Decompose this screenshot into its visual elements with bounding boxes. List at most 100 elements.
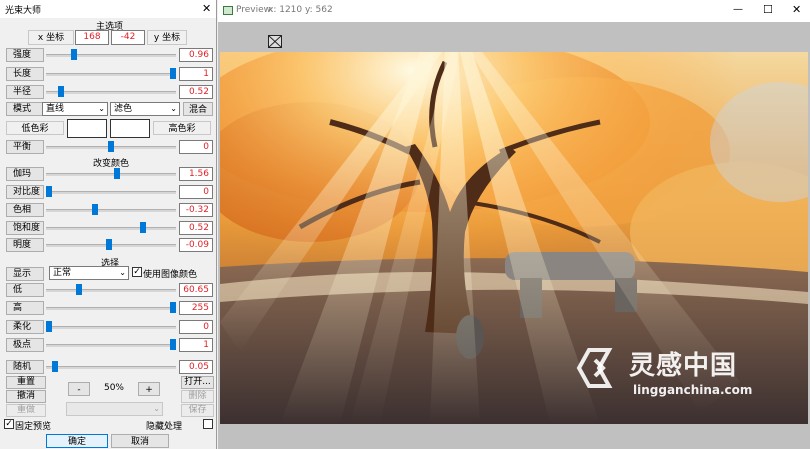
slider-track[interactable] (46, 209, 176, 212)
slider-thumb[interactable] (108, 141, 114, 152)
x-coordinate-label: x 坐标 (28, 30, 74, 45)
slider-value-field[interactable]: 60.65 (179, 283, 213, 297)
slider-track[interactable] (46, 173, 176, 176)
slider-thumb[interactable] (46, 321, 52, 332)
slider-thumb[interactable] (170, 302, 176, 313)
chevron-down-icon: ⌄ (170, 104, 177, 113)
blend-mode-select[interactable]: 滤色 ⌄ (110, 102, 180, 116)
fixed-preview-checkbox[interactable]: ✓ (4, 419, 14, 429)
open-button[interactable]: 打开... (181, 376, 214, 389)
mode-select[interactable]: 直线 ⌄ (42, 102, 108, 116)
slider-label: 低 (6, 283, 44, 297)
preview-coordinates: x: 1210 y: 562 (268, 5, 333, 15)
chevron-down-icon: ⌄ (153, 404, 160, 413)
dialog-titlebar: 光束大师 ✕ (0, 0, 216, 18)
watermark-logo-icon (576, 348, 613, 388)
slider-value-field[interactable]: 1.56 (179, 167, 213, 181)
slider-value-field[interactable]: 0 (179, 140, 213, 154)
hide-process-label: 隐藏处理 (146, 422, 183, 432)
ok-button[interactable]: 确定 (46, 434, 108, 448)
slider-label: 伽玛 (6, 167, 44, 181)
slider-value-field[interactable]: 0.52 (179, 85, 213, 99)
slider-thumb[interactable] (76, 284, 82, 295)
slider-thumb[interactable] (170, 339, 176, 350)
slider-label: 高 (6, 301, 44, 315)
slider-thumb[interactable] (71, 49, 77, 60)
zoom-in-button[interactable]: + (138, 382, 160, 396)
minimize-icon[interactable]: — (733, 4, 743, 15)
watermark-url: lingganchina.com (633, 383, 753, 397)
slider-label: 随机 (6, 360, 44, 374)
slider-track[interactable] (46, 307, 176, 310)
low-color-label: 低色彩 (6, 121, 64, 135)
slider-track[interactable] (46, 91, 176, 94)
slider-label: 饱和度 (6, 221, 44, 235)
reset-button[interactable]: 重置 (6, 376, 46, 389)
slider-value-field[interactable]: 0.96 (179, 48, 213, 62)
slider-track[interactable] (46, 366, 176, 369)
zoom-out-button[interactable]: - (68, 382, 90, 396)
cancel-button[interactable]: 取消 (111, 434, 169, 448)
slider-value-field[interactable]: -0.32 (179, 203, 213, 217)
section-change-color-label: 改变颜色 (93, 159, 130, 169)
slider-value-field[interactable]: 0.05 (179, 360, 213, 374)
save-button[interactable]: 保存 (181, 404, 214, 417)
slider-thumb[interactable] (114, 168, 120, 179)
slider-thumb[interactable] (170, 68, 176, 79)
high-color-label: 高色彩 (153, 121, 211, 135)
redo-button[interactable]: 重做 (6, 404, 46, 417)
slider-label: 半径 (6, 85, 44, 99)
preview-titlebar: Preview: x: 1210 y: 562 — ☐ ✕ (218, 0, 810, 22)
slider-thumb[interactable] (58, 86, 64, 97)
watermark-text: 灵感中国 (629, 351, 738, 381)
display-select[interactable]: 正常 ⌄ (49, 266, 129, 280)
slider-label: 长度 (6, 67, 44, 81)
use-image-color-checkbox[interactable]: ✓ (132, 267, 142, 277)
slider-thumb[interactable] (92, 204, 98, 215)
preview-window-icon (223, 6, 233, 15)
slider-track[interactable] (46, 326, 176, 329)
slider-label: 对比度 (6, 185, 44, 199)
slider-thumb[interactable] (46, 186, 52, 197)
slider-value-field[interactable]: 1 (179, 338, 213, 352)
slider-track[interactable] (46, 289, 176, 292)
blend-button[interactable]: 混合 (183, 102, 213, 116)
slider-track[interactable] (46, 344, 176, 347)
slider-thumb[interactable] (140, 222, 146, 233)
preset-select[interactable]: ⌄ (66, 402, 163, 416)
maximize-icon[interactable]: ☐ (763, 3, 773, 16)
slider-value-field[interactable]: 1 (179, 67, 213, 81)
light-source-marker[interactable] (268, 35, 282, 48)
chevron-down-icon: ⌄ (98, 104, 105, 113)
slider-value-field[interactable]: 0 (179, 185, 213, 199)
slider-value-field[interactable]: 255 (179, 301, 213, 315)
close-icon[interactable]: ✕ (792, 3, 801, 16)
slider-thumb[interactable] (52, 361, 58, 372)
slider-track[interactable] (46, 227, 176, 230)
y-coordinate-field[interactable]: -42 (111, 30, 145, 45)
zoom-level: 50% (103, 383, 124, 393)
mode-label: 模式 (6, 102, 44, 116)
display-label: 显示 (6, 267, 44, 281)
slider-track[interactable] (46, 73, 176, 76)
slider-value-field[interactable]: -0.09 (179, 238, 213, 252)
dialog-title: 光束大师 (5, 6, 42, 16)
slider-value-field[interactable]: 0 (179, 320, 213, 334)
delete-button[interactable]: 删除 (181, 390, 214, 403)
slider-thumb[interactable] (106, 239, 112, 250)
high-color-swatch[interactable] (110, 119, 150, 138)
low-color-swatch[interactable] (67, 119, 107, 138)
hide-process-checkbox[interactable] (203, 419, 213, 429)
slider-track[interactable] (46, 191, 176, 194)
fixed-preview-label: 固定预览 (15, 422, 52, 432)
slider-label: 极点 (6, 338, 44, 352)
slider-value-field[interactable]: 0.52 (179, 221, 213, 235)
close-icon[interactable]: ✕ (202, 2, 211, 15)
use-image-color-label: 使用图像颜色 (143, 270, 198, 280)
x-coordinate-field[interactable]: 168 (75, 30, 109, 45)
slider-label: 柔化 (6, 320, 44, 334)
preview-window: Preview: x: 1210 y: 562 — ☐ ✕ 灵感中国 lingg… (218, 0, 810, 449)
slider-label: 平衡 (6, 140, 44, 154)
undo-button[interactable]: 撤消 (6, 390, 46, 403)
slider-track[interactable] (46, 54, 176, 57)
